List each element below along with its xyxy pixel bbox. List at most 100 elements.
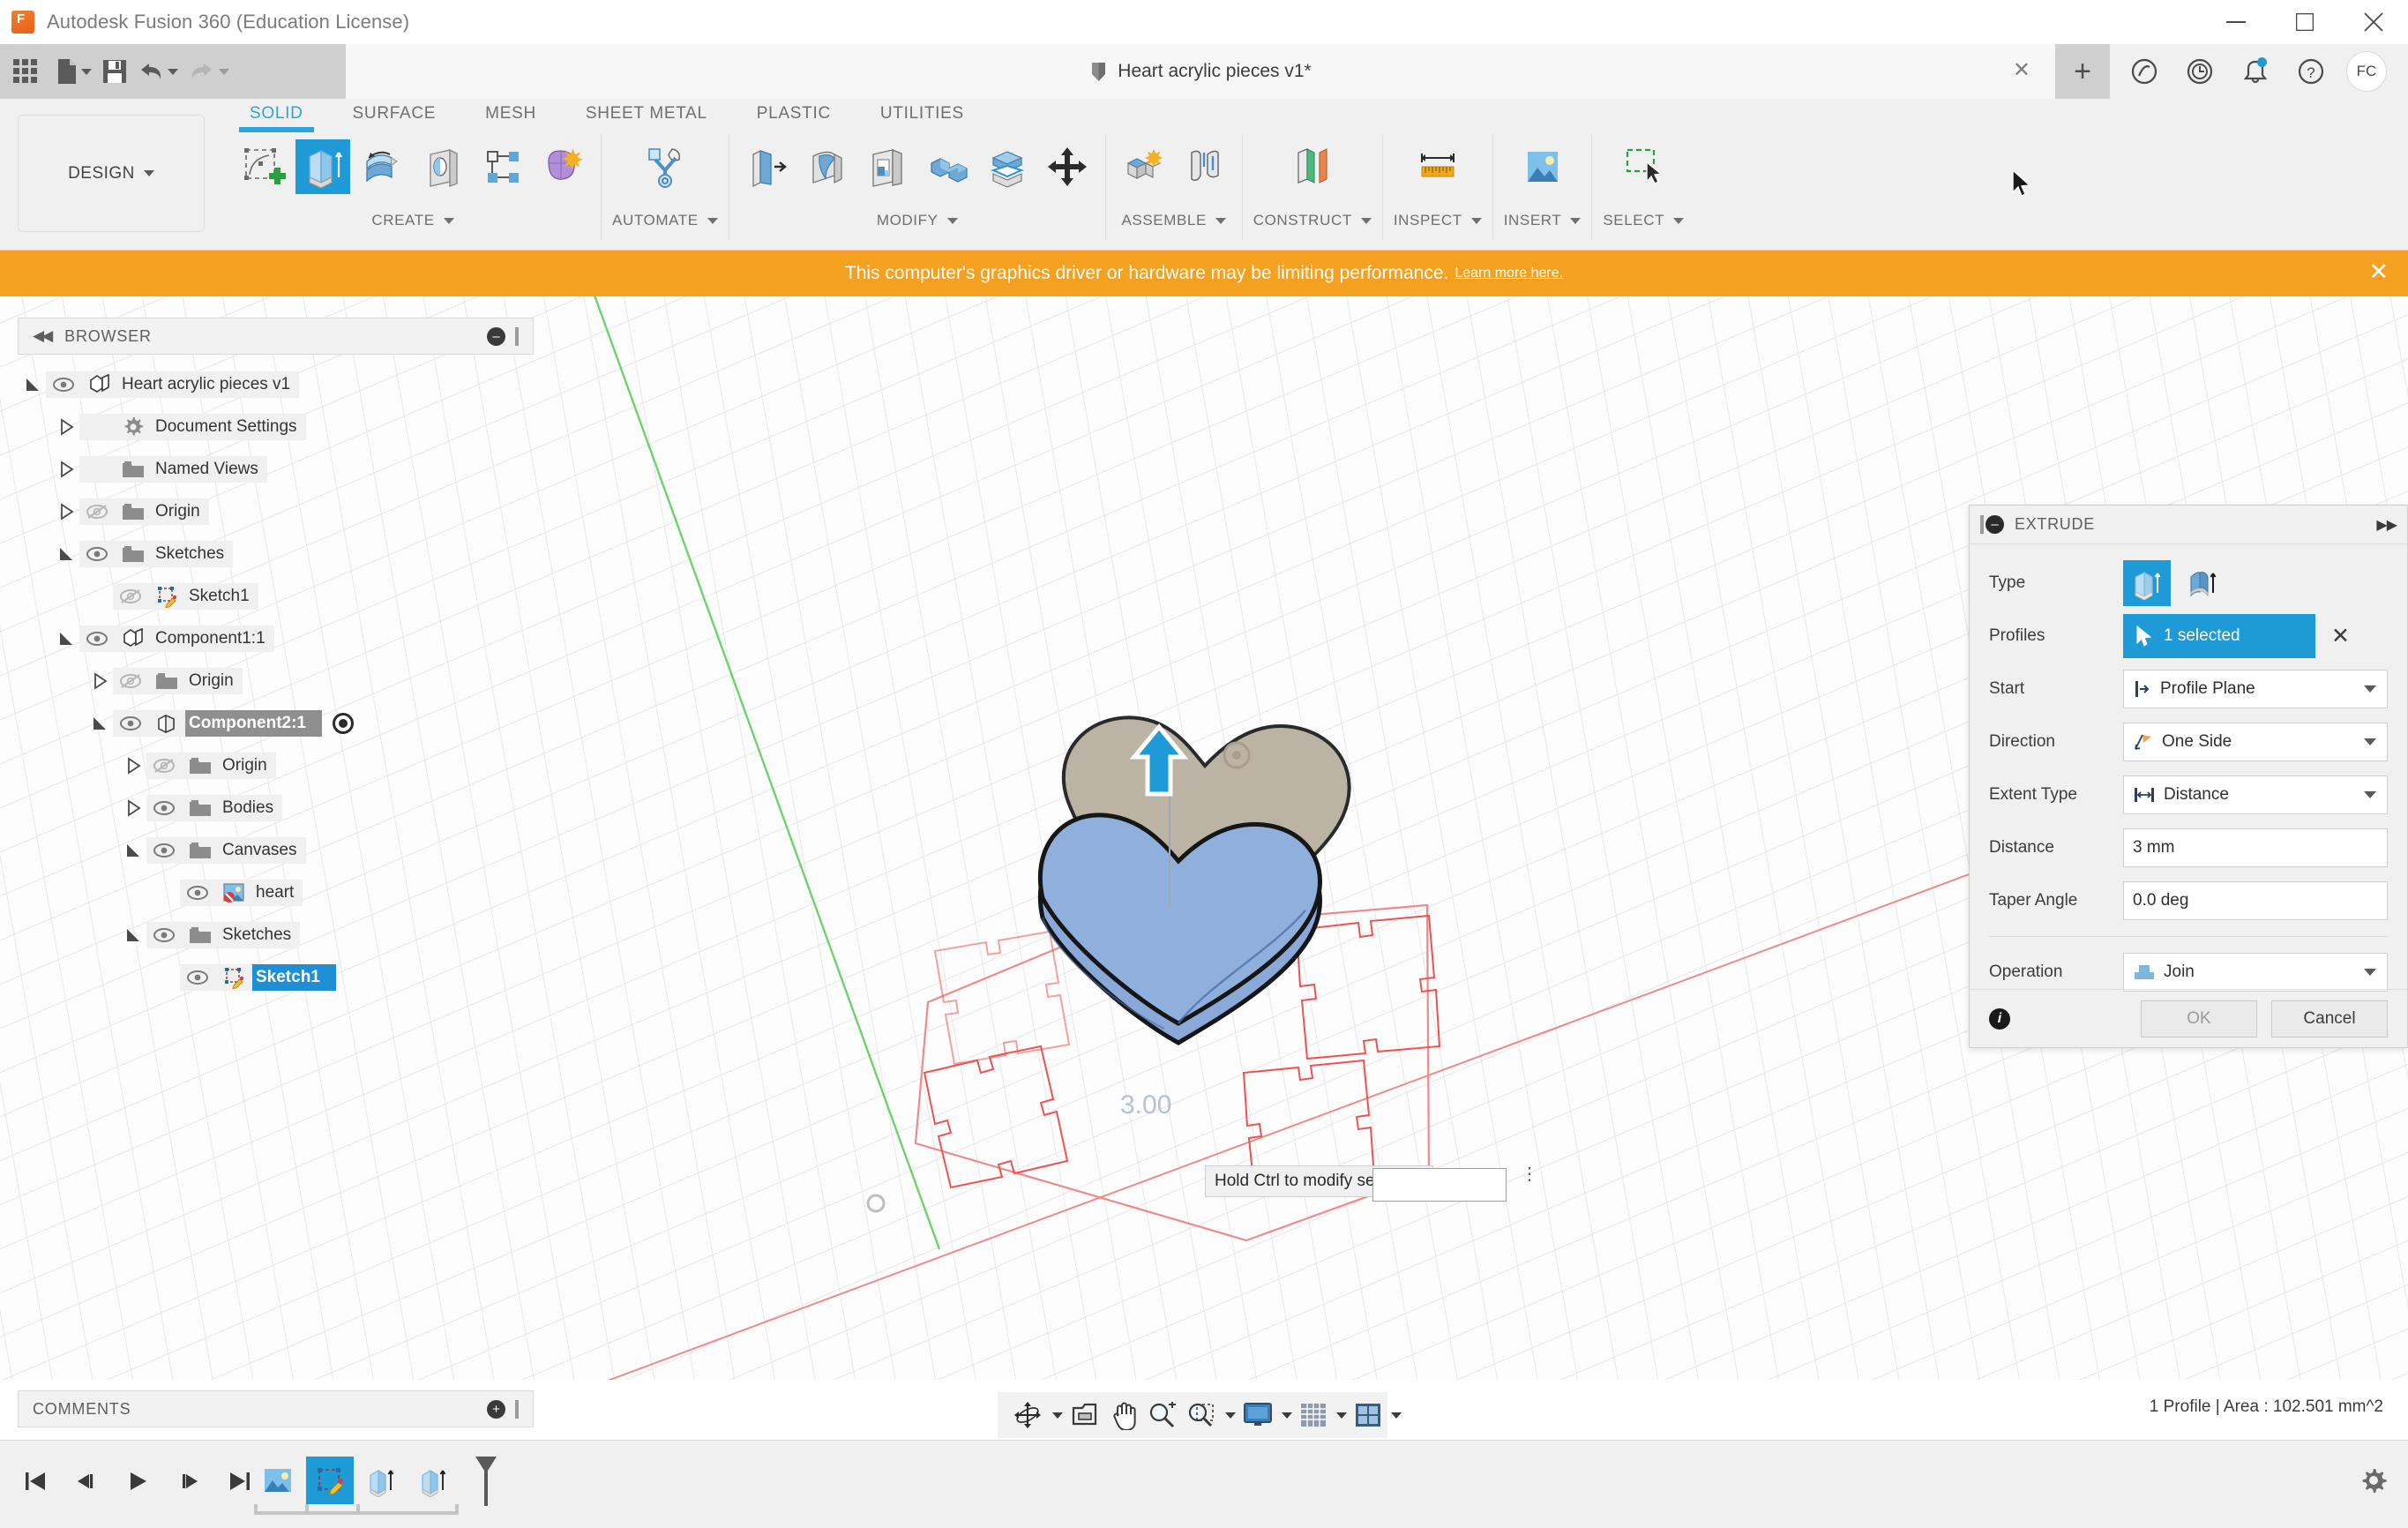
viewport-value-input[interactable] xyxy=(1372,1168,1507,1202)
eye-icon[interactable] xyxy=(146,843,182,858)
maximize-button[interactable] xyxy=(2270,0,2339,44)
extrude-arrow-handle[interactable] xyxy=(1127,723,1191,799)
extent-type-dropdown[interactable]: Distance xyxy=(2123,775,2388,814)
panel-insert-label[interactable]: INSERT xyxy=(1504,212,1582,229)
eye-off-icon[interactable] xyxy=(113,673,148,689)
eye-off-icon[interactable] xyxy=(79,504,115,520)
expand-arrow-down-icon[interactable] xyxy=(19,376,46,393)
expand-arrow-right-icon[interactable] xyxy=(120,757,146,775)
expand-arrow-down-icon[interactable] xyxy=(120,926,146,944)
zoom-window-icon[interactable] xyxy=(1183,1392,1220,1438)
dialog-minimize-icon[interactable]: – xyxy=(1985,515,2004,534)
eye-icon[interactable] xyxy=(79,631,115,647)
pattern-icon[interactable] xyxy=(475,139,530,194)
move-copy-icon[interactable] xyxy=(1040,139,1095,194)
close-button[interactable] xyxy=(2339,0,2408,44)
offset-plane-icon[interactable] xyxy=(1285,139,1340,194)
minimize-button[interactable] xyxy=(2202,0,2270,44)
browser-item-origin[interactable]: Origin xyxy=(19,660,549,702)
tab-plastic[interactable]: PLASTIC xyxy=(732,99,856,132)
display-dropdown-caret[interactable] xyxy=(1282,1412,1292,1419)
more-vertical-icon[interactable]: ⋮ xyxy=(1521,1165,1538,1183)
eye-off-icon[interactable] xyxy=(146,758,182,774)
sketch-feature-icon[interactable] xyxy=(306,1457,354,1504)
settings-gear-icon[interactable] xyxy=(2359,1465,2389,1500)
extrude-feature-icon-2[interactable] xyxy=(410,1457,458,1504)
tab-sheet-metal[interactable]: SHEET METAL xyxy=(561,99,732,132)
go-to-beginning-icon[interactable] xyxy=(16,1458,55,1504)
job-status-icon[interactable] xyxy=(2174,46,2225,97)
heart-model[interactable] xyxy=(1006,667,1641,1055)
pan-icon[interactable] xyxy=(1107,1392,1140,1438)
orbit-icon[interactable] xyxy=(1008,1392,1047,1438)
panel-modify-label[interactable]: MODIFY xyxy=(877,212,958,229)
eye-off-icon[interactable] xyxy=(113,588,148,604)
browser-item-origin[interactable]: Origin xyxy=(19,491,549,533)
browser-item-document-settings[interactable]: Document Settings xyxy=(19,406,549,448)
viewports-icon[interactable] xyxy=(1350,1392,1386,1438)
redo-icon[interactable] xyxy=(183,44,235,99)
minimize-icon[interactable]: – xyxy=(487,326,505,346)
comments-panel-header[interactable]: COMMENTS + xyxy=(18,1390,534,1427)
surface-extrude-icon[interactable] xyxy=(2179,560,2226,606)
press-pull-icon[interactable] xyxy=(740,139,795,194)
extrude-dialog[interactable]: – EXTRUDE ▶▶ Type Profiles 1 selected ✕ … xyxy=(1969,505,2408,1048)
save-icon[interactable] xyxy=(97,44,132,99)
expand-right-icon[interactable]: ▶▶ xyxy=(2376,516,2397,534)
expand-arrow-right-icon[interactable] xyxy=(53,461,79,478)
grid-dropdown-caret[interactable] xyxy=(1336,1412,1347,1419)
tab-mesh[interactable]: MESH xyxy=(460,99,561,132)
taper-angle-input[interactable]: 0.0 deg xyxy=(2123,881,2388,920)
banner-close-button[interactable]: ✕ xyxy=(2368,260,2389,284)
browser-item-component2-1[interactable]: Component2:1 xyxy=(19,702,549,745)
panel-create-label[interactable]: CREATE xyxy=(371,212,454,229)
form-icon[interactable] xyxy=(535,139,590,194)
create-sketch-icon[interactable] xyxy=(236,139,290,194)
fillet-icon[interactable] xyxy=(800,139,855,194)
insert-canvas-icon[interactable] xyxy=(1515,139,1570,194)
add-comment-icon[interactable]: + xyxy=(487,1399,505,1419)
measure-icon[interactable] xyxy=(1410,139,1465,194)
browser-item-sketches[interactable]: Sketches xyxy=(19,533,549,575)
tab-solid[interactable]: SOLID xyxy=(225,99,328,132)
shell-icon[interactable] xyxy=(860,139,915,194)
panel-automate-label[interactable]: AUTOMATE xyxy=(612,212,718,229)
browser-item-component1-1[interactable]: Component1:1 xyxy=(19,618,549,660)
expand-arrow-right-icon[interactable] xyxy=(120,799,146,817)
tab-surface[interactable]: SURFACE xyxy=(328,99,461,132)
expand-arrow-down-icon[interactable] xyxy=(53,545,79,563)
expand-arrow-down-icon[interactable] xyxy=(53,630,79,648)
expand-arrow-down-icon[interactable] xyxy=(120,842,146,859)
eye-icon[interactable] xyxy=(46,377,81,393)
step-forward-icon[interactable] xyxy=(169,1458,208,1504)
select-window-icon[interactable] xyxy=(1616,139,1671,194)
dialog-drag-grip[interactable] xyxy=(1980,515,1984,534)
workspace-selector[interactable]: DESIGN xyxy=(18,115,205,232)
panel-inspect-label[interactable]: INSPECT xyxy=(1394,212,1482,229)
browser-item-origin[interactable]: Origin xyxy=(19,745,549,787)
panel-construct-label[interactable]: CONSTRUCT xyxy=(1253,212,1372,229)
collapse-left-icon[interactable]: ◀◀ xyxy=(33,327,53,345)
zoom-dropdown-caret[interactable] xyxy=(1225,1412,1236,1419)
cancel-button[interactable]: Cancel xyxy=(2271,1000,2388,1037)
eye-icon[interactable] xyxy=(146,927,182,943)
info-icon[interactable]: i xyxy=(1989,1007,2010,1030)
panel-assemble-label[interactable]: ASSEMBLE xyxy=(1121,212,1226,229)
combine-icon[interactable] xyxy=(920,139,975,194)
browser-item-canvases[interactable]: Canvases xyxy=(19,829,549,872)
new-tab-button[interactable]: + xyxy=(2055,44,2110,99)
extrude-icon[interactable] xyxy=(295,139,350,194)
ok-button[interactable]: OK xyxy=(2141,1000,2257,1037)
expand-arrow-right-icon[interactable] xyxy=(86,672,113,690)
hole-icon[interactable] xyxy=(415,139,470,194)
eye-icon[interactable] xyxy=(113,715,148,731)
canvas-feature-icon[interactable] xyxy=(254,1457,302,1504)
activate-component-radio[interactable] xyxy=(333,713,354,734)
start-dropdown[interactable]: Profile Plane xyxy=(2123,670,2388,708)
browser-item-bodies[interactable]: Bodies xyxy=(19,787,549,829)
eye-icon[interactable] xyxy=(180,885,215,901)
joint-icon[interactable] xyxy=(1177,139,1231,194)
browser-item-sketches[interactable]: Sketches xyxy=(19,914,549,956)
expand-arrow-right-icon[interactable] xyxy=(53,418,79,436)
app-grid-icon[interactable] xyxy=(0,44,51,99)
